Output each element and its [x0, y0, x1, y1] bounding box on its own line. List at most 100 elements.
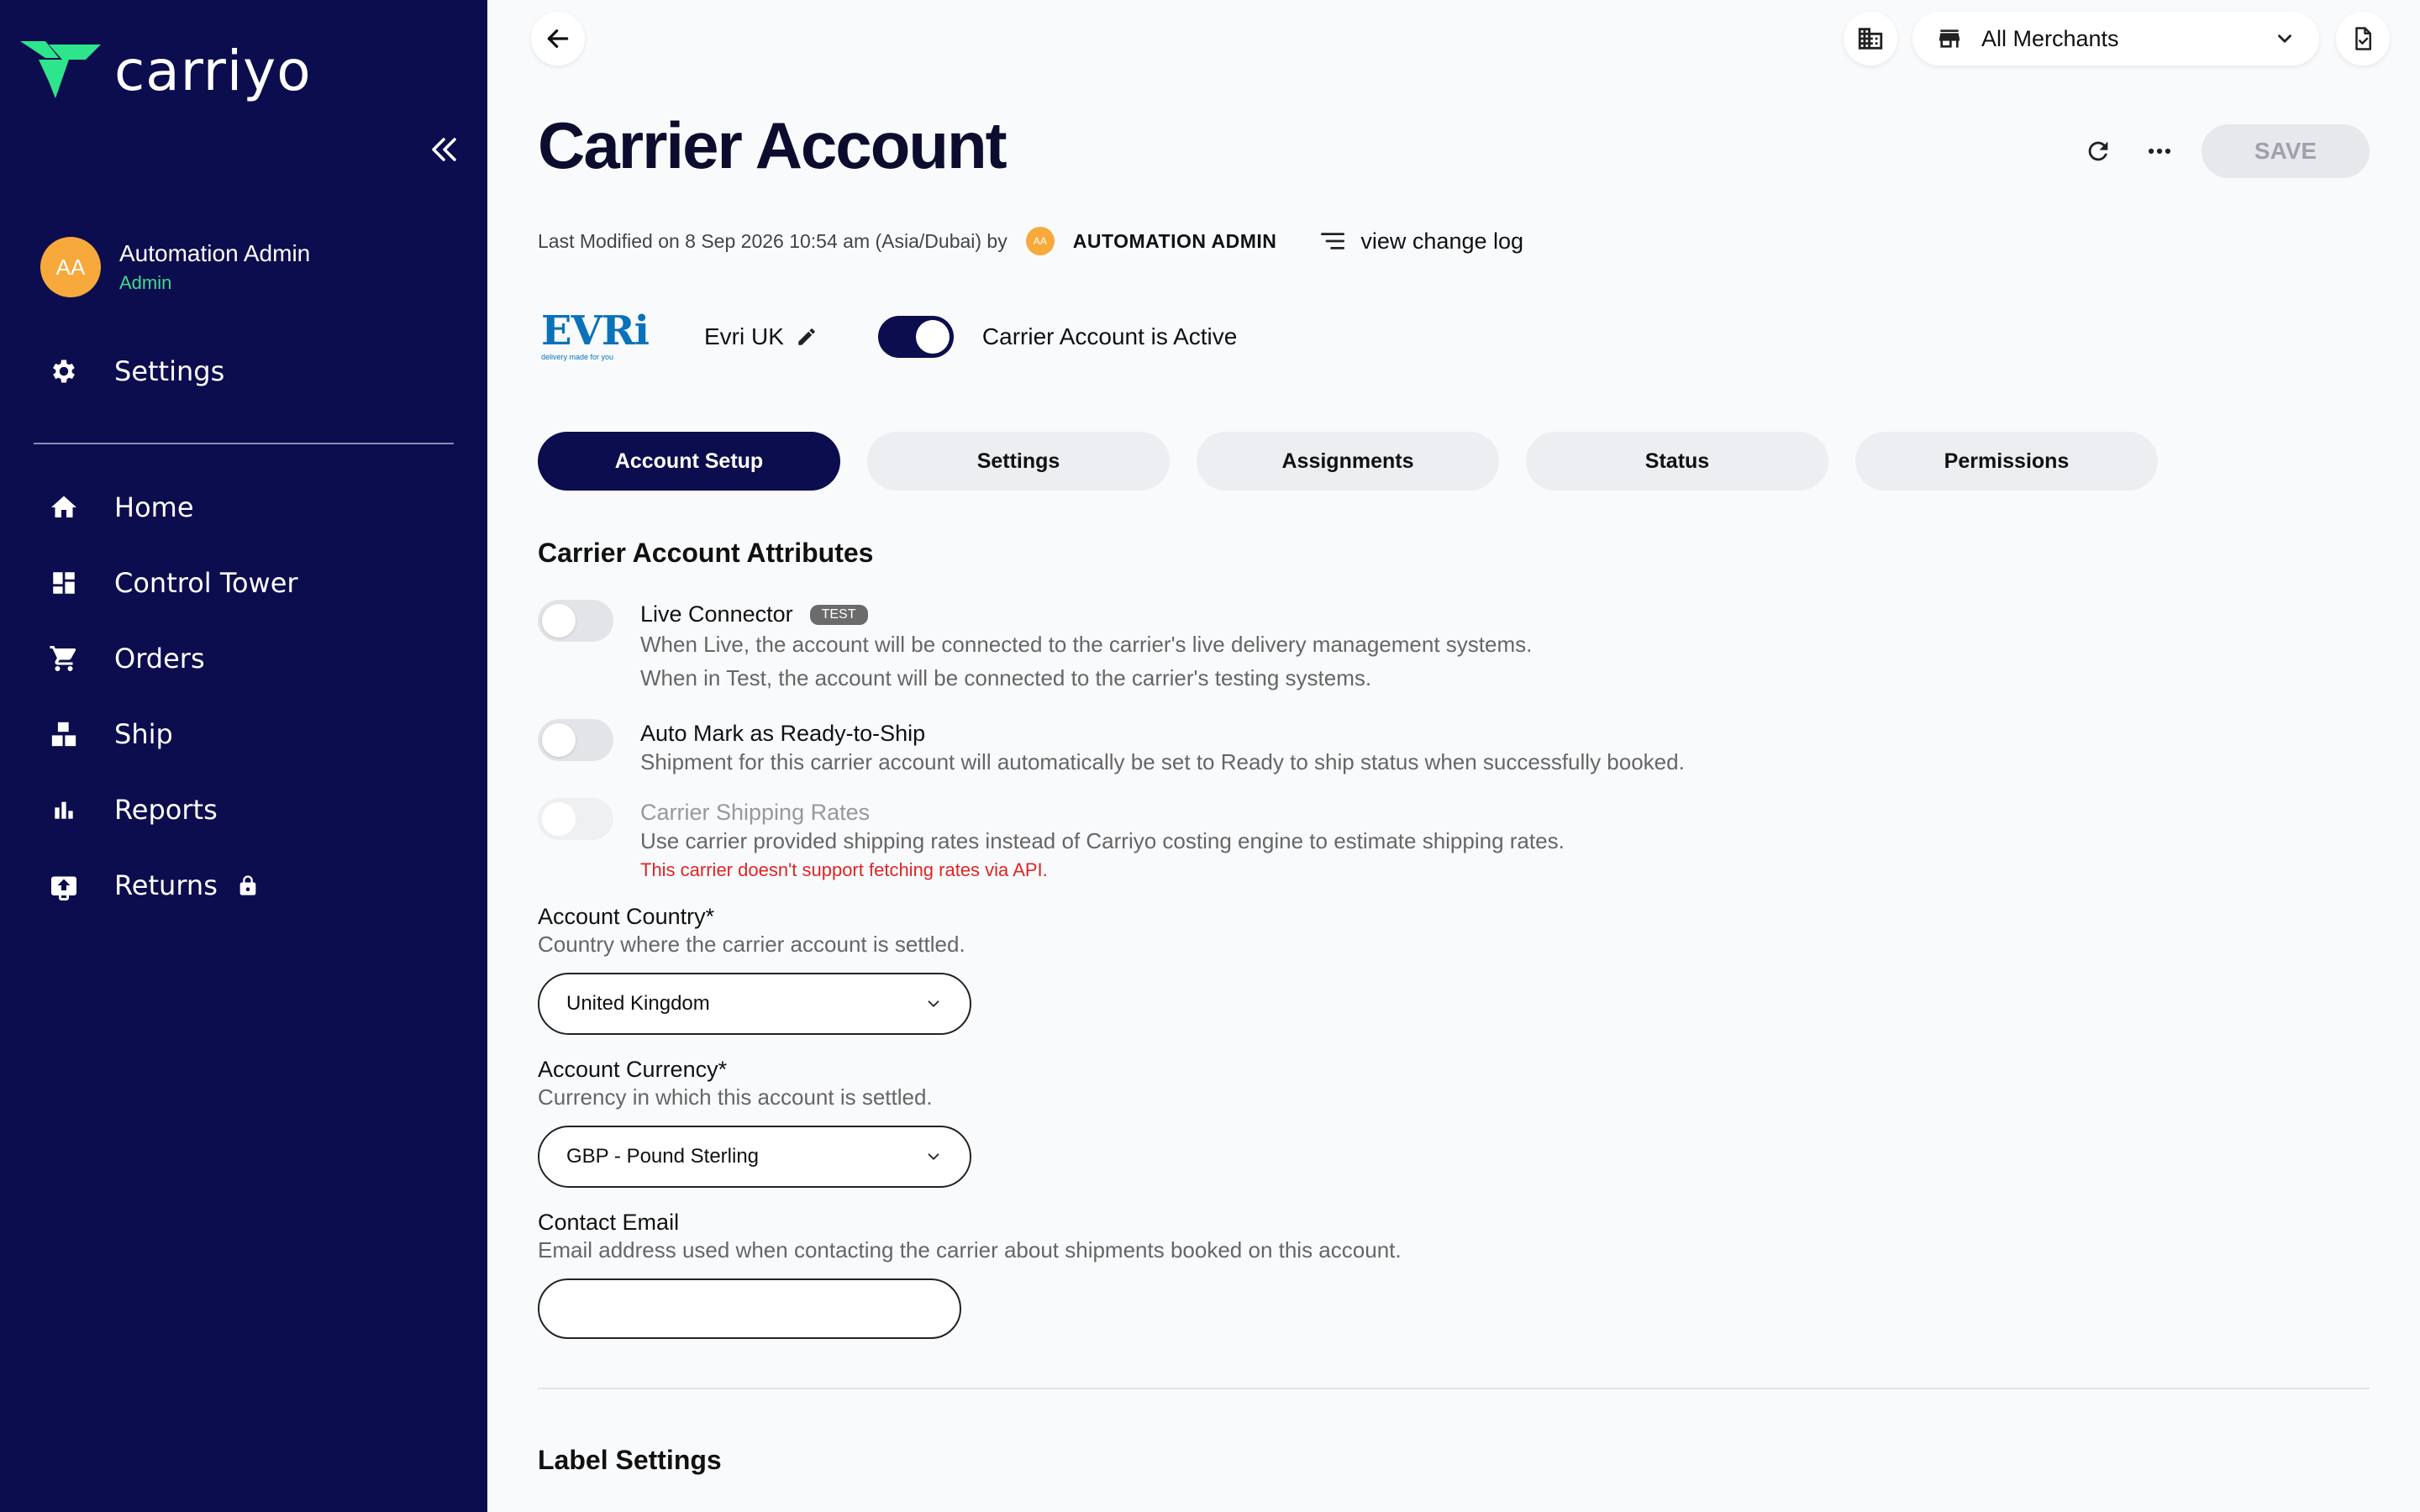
- contact-email-label: Contact Email: [538, 1210, 680, 1235]
- sidebar-item-label: Orders: [114, 643, 205, 675]
- refresh-button[interactable]: [2078, 131, 2118, 171]
- shipping-rates-title: Carrier Shipping Rates: [640, 800, 871, 825]
- live-connector-toggle[interactable]: [538, 600, 613, 642]
- section-divider: [538, 1388, 2370, 1389]
- bar-chart-icon: [47, 793, 81, 827]
- refresh-icon: [2088, 141, 2108, 161]
- tab-status[interactable]: Status: [1526, 432, 1828, 491]
- user-name: Automation Admin: [119, 240, 311, 266]
- view-change-log-link[interactable]: view change log: [1318, 228, 1523, 255]
- account-country-label: Account Country*: [538, 904, 715, 929]
- home-icon: [47, 491, 81, 524]
- chevron-down-icon: [928, 1000, 939, 1007]
- sidebar-item-label: Reports: [114, 794, 218, 826]
- evri-logo-word: EVRi: [541, 307, 650, 354]
- tab-permissions[interactable]: Permissions: [1855, 432, 2158, 491]
- change-log-label: view change log: [1360, 228, 1524, 254]
- tab-account-setup[interactable]: Account Setup: [538, 432, 840, 491]
- account-country-select[interactable]: United Kingdom: [538, 973, 971, 1035]
- carrier-summary: EVRi delivery made for you Evri UK Carri…: [541, 311, 1237, 363]
- back-button[interactable]: [531, 12, 585, 66]
- carrier-name-text: Evri UK: [704, 323, 784, 349]
- contact-email-help: Email address used when contacting the c…: [538, 1237, 1402, 1263]
- more-horizontal-icon: [2148, 148, 2171, 155]
- list-icon: [1321, 233, 1345, 249]
- shipping-rates-warning: This carrier doesn't support fetching ra…: [640, 859, 1048, 880]
- sidebar-item-returns[interactable]: Returns: [47, 869, 260, 902]
- arrow-left-icon: [547, 29, 569, 48]
- sidebar-item-settings[interactable]: Settings: [47, 354, 224, 388]
- account-currency-label: Account Currency*: [538, 1057, 728, 1082]
- user-profile[interactable]: AA Automation Admin Admin: [40, 237, 310, 297]
- merchant-select[interactable]: All Merchants: [1912, 12, 2319, 66]
- contact-email-field: Contact Email Email address used when co…: [538, 1210, 1402, 1339]
- boxes-icon: [47, 717, 81, 751]
- carrier-name: Evri UK: [704, 323, 818, 350]
- store-icon: [1939, 29, 1960, 48]
- section-title-label-settings: Label Settings: [538, 1445, 722, 1475]
- more-options-button[interactable]: [2139, 131, 2180, 171]
- chevron-down-icon: [2278, 34, 2291, 43]
- brand-name: carriyo: [114, 39, 312, 103]
- account-currency-field: Account Currency* Currency in which this…: [538, 1057, 971, 1188]
- organization-button[interactable]: [1844, 12, 1897, 66]
- main-content: All Merchants Carrier Account SAVE Last …: [487, 0, 2420, 1512]
- live-connector-setting: Live Connector TEST When Live, the accou…: [538, 600, 1532, 695]
- account-country-field: Account Country* Country where the carri…: [538, 904, 971, 1035]
- shipping-rates-toggle[interactable]: [538, 798, 613, 840]
- tab-assignments[interactable]: Assignments: [1197, 432, 1499, 491]
- gear-icon: [47, 354, 81, 388]
- live-connector-title: Live Connector: [640, 601, 793, 627]
- sidebar-item-label: Settings: [114, 355, 225, 387]
- shipping-rates-desc: Use carrier provided shipping rates inst…: [640, 828, 1565, 853]
- sidebar-divider: [34, 443, 454, 444]
- return-box-icon: [47, 869, 81, 902]
- modified-by-user: AUTOMATION ADMIN: [1072, 229, 1277, 252]
- document-check-icon: [2355, 27, 2371, 50]
- account-country-value: United Kingdom: [566, 992, 710, 1015]
- sidebar-item-label: Returns: [114, 869, 218, 901]
- last-modified-info: Last Modified on 8 Sep 2026 10:54 am (As…: [538, 227, 1523, 255]
- sidebar-item-home[interactable]: Home: [47, 491, 194, 524]
- avatar: AA: [40, 237, 101, 297]
- shipping-rates-setting: Carrier Shipping Rates Use carrier provi…: [538, 798, 1565, 881]
- sidebar-item-ship[interactable]: Ship: [47, 717, 173, 751]
- carrier-active-label: Carrier Account is Active: [981, 323, 1238, 349]
- auto-mark-title: Auto Mark as Ready-to-Ship: [640, 721, 926, 746]
- carriyo-logo[interactable]: carriyo: [20, 39, 312, 103]
- save-button[interactable]: SAVE: [2202, 124, 2370, 178]
- live-connector-desc-test: When in Test, the account will be connec…: [640, 665, 1372, 690]
- user-role: Admin: [119, 272, 172, 293]
- building-icon: [1858, 28, 1883, 50]
- sidebar-item-control-tower[interactable]: Control Tower: [47, 566, 298, 600]
- document-check-button[interactable]: [2336, 12, 2390, 66]
- tab-bar: Account Setup Settings Assignments Statu…: [538, 432, 2185, 491]
- account-currency-help: Currency in which this account is settle…: [538, 1084, 933, 1110]
- contact-email-input[interactable]: [538, 1278, 961, 1339]
- pencil-icon[interactable]: [796, 326, 818, 348]
- sidebar-item-reports[interactable]: Reports: [47, 793, 218, 827]
- sidebar-item-orders[interactable]: Orders: [47, 642, 205, 675]
- sidebar: carriyo AA Automation Admin Admin Settin…: [0, 0, 487, 1512]
- evri-logo: EVRi delivery made for you: [541, 307, 650, 363]
- auto-mark-toggle[interactable]: [538, 719, 613, 761]
- merchant-select-value: All Merchants: [1981, 25, 2119, 51]
- avatar: AA: [1025, 227, 1055, 255]
- carriyo-logo-icon: [20, 40, 101, 98]
- auto-mark-desc: Shipment for this carrier account will a…: [640, 749, 1685, 774]
- last-modified-text: Last Modified on 8 Sep 2026 10:54 am (As…: [538, 229, 1007, 252]
- chevron-down-icon: [928, 1153, 939, 1160]
- account-currency-select[interactable]: GBP - Pound Sterling: [538, 1126, 971, 1188]
- auto-mark-setting: Auto Mark as Ready-to-Ship Shipment for …: [538, 719, 1685, 777]
- page-title: Carrier Account: [538, 108, 1007, 182]
- cart-icon: [47, 642, 81, 675]
- sidebar-item-label: Ship: [114, 718, 173, 750]
- sidebar-item-label: Home: [114, 491, 194, 523]
- carrier-active-toggle[interactable]: [877, 316, 954, 358]
- sidebar-item-label: Control Tower: [114, 567, 298, 599]
- test-badge: TEST: [809, 604, 868, 625]
- account-currency-value: GBP - Pound Sterling: [566, 1145, 760, 1168]
- tab-settings[interactable]: Settings: [867, 432, 1170, 491]
- collapse-sidebar-icon[interactable]: [427, 133, 460, 166]
- account-country-help: Country where the carrier account is set…: [538, 932, 965, 957]
